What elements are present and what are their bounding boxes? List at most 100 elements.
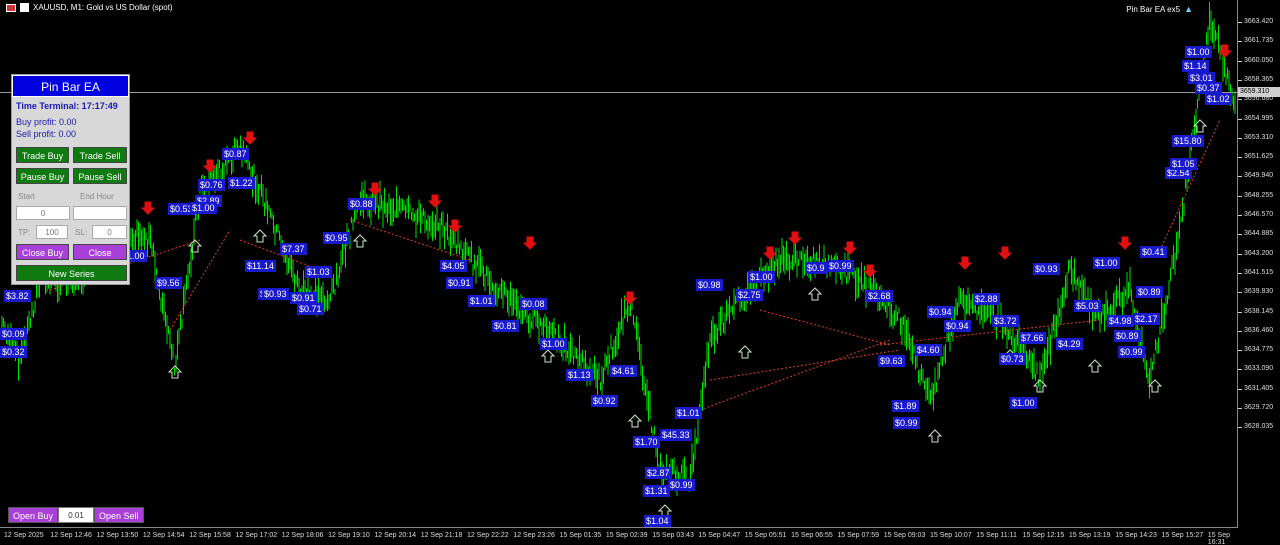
tp-input[interactable]: 100 (36, 225, 68, 239)
sell-arrow-icon (997, 246, 1013, 260)
time-label: 12 Sep 12:46 (50, 532, 92, 539)
chart-type-icon (20, 3, 29, 12)
sell-arrow-icon (762, 246, 778, 260)
profit-tag: $0.98 (696, 279, 723, 291)
sell-arrow-icon (622, 291, 638, 305)
buy-profit: Buy profit: 0.00 (16, 117, 77, 127)
price-label: 3639.830 (1244, 288, 1274, 296)
price-tick (1238, 234, 1242, 236)
trade-buy-button[interactable]: Trade Buy (16, 147, 69, 163)
profit-tag: $0.09 (0, 328, 27, 340)
price-axis[interactable]: 3663.420 3661.735 3660.050 3658.365 3656.680… (1238, 0, 1280, 545)
profit-tag: $2.87 (645, 467, 672, 479)
end-hour-input[interactable] (73, 206, 127, 220)
current-price-label: 3659.310 (1238, 87, 1280, 97)
trade-sell-button[interactable]: Trade Sell (73, 147, 127, 163)
order-bar[interactable]: Open Buy 0.01 Open Sell (8, 507, 144, 523)
price-tick (1238, 60, 1242, 62)
profit-tag: $2.68 (866, 290, 893, 302)
price-tick (1238, 215, 1242, 216)
lot-size-input[interactable]: 0.01 (58, 507, 95, 523)
profit-tag: $1.70 (633, 436, 660, 448)
price-label: 3636.460 (1244, 326, 1274, 334)
profit-tag: $0.93 (262, 288, 289, 300)
price-tick (1238, 369, 1242, 371)
profit-tag: $1.00 (1185, 46, 1212, 58)
buy-arrow-icon (1087, 359, 1103, 373)
price-label: 3641.515 (1244, 268, 1274, 276)
time-label: 15 Sep 16:31 (1207, 532, 1230, 545)
profit-tag: $9.56 (155, 277, 182, 289)
tp-label: TP: (18, 228, 31, 237)
price-tick (1238, 137, 1242, 139)
profit-tag: $0.92 (591, 395, 618, 407)
start-hour-label: Start (18, 192, 35, 201)
price-label: 3646.570 (1244, 211, 1274, 218)
time-label: 15 Sep 11:11 (976, 532, 1017, 539)
profit-tag: $0.91 (446, 277, 473, 289)
profit-tag: $15.80 (1172, 135, 1204, 147)
profit-tag: $1.00 (190, 202, 217, 214)
sell-profit: Sell profit: 0.00 (16, 129, 77, 139)
profit-tag: $1.01 (675, 407, 702, 419)
price-tick (1238, 272, 1242, 274)
buy-arrow-icon (252, 229, 268, 243)
sell-arrow-icon (1217, 44, 1233, 58)
profit-tag: $2.75 (736, 289, 763, 301)
pause-sell-button[interactable]: Pause Sell (73, 168, 127, 184)
profit-tag: $4.05 (440, 260, 467, 272)
price-tick (1238, 195, 1242, 197)
time-label: 12 Sep 20:14 (374, 532, 417, 539)
time-label: 12 Sep 22:22 (467, 532, 509, 539)
time-label: 15 Sep 02:39 (605, 532, 648, 539)
price-label: 3633.090 (1244, 365, 1274, 373)
panel-title: Pin Bar EA (12, 75, 129, 97)
profit-tag: $0.76 (198, 179, 225, 191)
sl-input[interactable]: 0 (92, 225, 127, 239)
profit-tag: $1.04 (644, 515, 671, 527)
time-axis[interactable]: 12 Sep 2025 12 Sep 12:46 12 Sep 13:50 12 Se… (0, 528, 1238, 545)
price-tick (1238, 22, 1242, 23)
open-sell-button[interactable]: Open Sell (94, 507, 144, 523)
profit-tag: $0.32 (0, 346, 27, 358)
sell-arrow-icon (202, 159, 218, 173)
price-tick (1238, 79, 1242, 81)
price-tick (1238, 311, 1242, 313)
profit-tag: $4.29 (1056, 338, 1083, 350)
sell-arrow-icon (842, 241, 858, 255)
price-label: 3654.995 (1244, 114, 1274, 122)
close-sell-button[interactable]: Close (73, 244, 127, 260)
price-label: 3661.735 (1244, 37, 1274, 45)
sell-arrow-icon (367, 182, 383, 196)
price-tick (1238, 408, 1242, 409)
new-series-button[interactable]: New Series (16, 265, 127, 281)
profit-tag: $1.02 (1205, 93, 1232, 105)
price-tick (1238, 99, 1242, 101)
price-label: 3629.720 (1244, 404, 1274, 411)
profit-tag: $1.05 (1170, 158, 1197, 170)
profit-tag: $3.72 (992, 315, 1019, 327)
close-buy-button[interactable]: Close Buy (16, 244, 69, 260)
start-hour-input[interactable]: 0 (16, 206, 70, 220)
profit-tag: $0.99 (668, 479, 695, 491)
trade-link-line (699, 339, 891, 411)
ea-indicator[interactable]: Pin Bar EA ex5 ▲ (1126, 4, 1193, 14)
price-label: 3631.405 (1244, 384, 1274, 392)
profit-tag: $1.31 (643, 485, 670, 497)
profit-tag: $0.93 (1033, 263, 1060, 275)
open-buy-button[interactable]: Open Buy (8, 507, 59, 523)
profit-tag: $0.99 (827, 260, 854, 272)
profit-tag: $1.13 (566, 369, 593, 381)
time-label: 12 Sep 23:26 (513, 532, 555, 539)
price-tick (1238, 427, 1242, 429)
profit-tag: $0.95 (323, 232, 350, 244)
sl-label: SL: (75, 228, 88, 237)
price-label: 3648.255 (1244, 191, 1274, 199)
pause-buy-button[interactable]: Pause Buy (16, 168, 69, 184)
profit-tag: $1.00 (748, 271, 775, 283)
profit-tag: $0.87 (222, 148, 249, 160)
profit-tag: $0.9 (805, 262, 827, 274)
profit-tag: $7.66 (1019, 332, 1046, 344)
profit-tag: $0.81 (492, 320, 519, 332)
ea-control-panel[interactable]: Pin Bar EA Time Terminal: 17:17:49 Buy p… (11, 74, 130, 285)
